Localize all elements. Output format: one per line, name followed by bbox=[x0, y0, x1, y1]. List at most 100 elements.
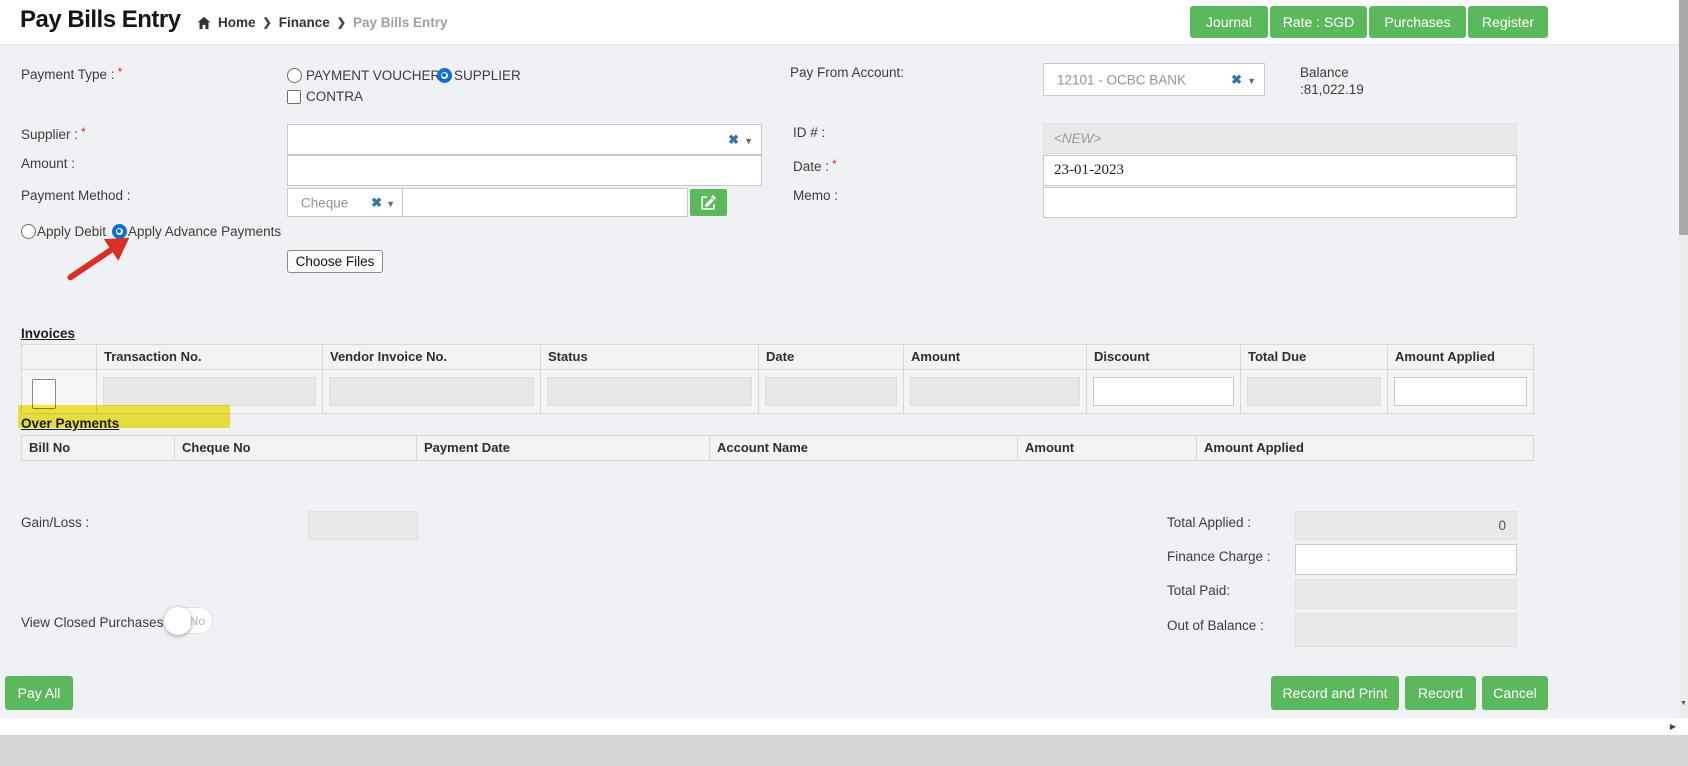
required-asterisk: * bbox=[81, 125, 86, 139]
date-input[interactable] bbox=[1043, 155, 1517, 186]
dropdown-caret-icon[interactable]: ▼ bbox=[1247, 76, 1256, 86]
finance-charge-input[interactable] bbox=[1295, 544, 1517, 575]
pay-from-account-select[interactable]: 12101 - OCBC BANK ✖ ▼ bbox=[1043, 63, 1265, 96]
transaction-no-field-disabled bbox=[103, 377, 316, 406]
pay-from-account-label: Pay From Account: bbox=[790, 65, 905, 80]
amount-label: Amount : bbox=[21, 156, 76, 171]
invoice-discount-cell bbox=[1087, 370, 1241, 413]
out-of-balance-field-disabled bbox=[1295, 613, 1517, 647]
apply-debit-label: Apply Debit bbox=[37, 224, 107, 239]
total-applied-label: Total Applied : bbox=[1167, 515, 1252, 530]
invoice-vendor-cell bbox=[323, 370, 541, 413]
clear-icon[interactable]: ✖ bbox=[1231, 72, 1242, 88]
pay-bills-entry-page: Pay Bills Entry Home ❯ Finance ❯ Pay Bil… bbox=[0, 0, 1688, 766]
vertical-scrollbar[interactable]: ▼ bbox=[1679, 0, 1688, 718]
invoices-link[interactable]: Invoices bbox=[21, 326, 75, 341]
vertical-scrollbar-thumb[interactable] bbox=[1679, 0, 1688, 235]
amount-applied-input[interactable] bbox=[1394, 377, 1527, 406]
invoice-date-cell bbox=[759, 370, 904, 413]
overpayments-col-amount: Amount bbox=[1018, 436, 1197, 460]
choose-files-button[interactable]: Choose Files bbox=[287, 250, 383, 273]
payment-voucher-label: PAYMENT VOUCHER bbox=[306, 68, 441, 83]
invoices-col-vendor-invoice-no: Vendor Invoice No. bbox=[323, 345, 541, 369]
breadcrumb: Home ❯ Finance ❯ Pay Bills Entry bbox=[197, 15, 448, 30]
dropdown-caret-icon[interactable]: ▼ bbox=[386, 199, 395, 209]
payment-method-label: Payment Method : bbox=[21, 188, 131, 203]
total-applied-field bbox=[1295, 511, 1517, 540]
invoice-amount-applied-cell bbox=[1388, 370, 1533, 413]
scroll-right-arrow-icon[interactable]: ▶ bbox=[1670, 722, 1676, 731]
supplier-radio-label: SUPPLIER bbox=[454, 68, 521, 83]
supplier-select[interactable]: ✖ ▼ bbox=[287, 124, 762, 155]
invoices-col-transaction-no: Transaction No. bbox=[97, 345, 323, 369]
finance-charge-label: Finance Charge : bbox=[1167, 549, 1271, 564]
invoices-col-amount: Amount bbox=[904, 345, 1087, 369]
view-closed-purchases-label: View Closed Purchases ? bbox=[21, 615, 175, 630]
amount-input[interactable] bbox=[287, 155, 762, 186]
vendor-invoice-no-field-disabled bbox=[329, 377, 534, 406]
payment-method-value: Cheque bbox=[301, 195, 349, 210]
invoices-col-status: Status bbox=[541, 345, 759, 369]
purchases-button[interactable]: Purchases bbox=[1369, 6, 1466, 38]
date-field-disabled bbox=[765, 377, 897, 406]
clear-icon[interactable]: ✖ bbox=[371, 195, 382, 211]
cancel-button[interactable]: Cancel bbox=[1482, 676, 1548, 710]
pay-all-button[interactable]: Pay All bbox=[5, 676, 73, 710]
supplier-radio[interactable] bbox=[437, 68, 452, 83]
payment-voucher-radio[interactable] bbox=[287, 68, 302, 83]
scroll-down-arrow-icon[interactable]: ▼ bbox=[1679, 700, 1688, 707]
invoices-table: Transaction No. Vendor Invoice No. Statu… bbox=[21, 344, 1534, 414]
supplier-label: Supplier : * bbox=[21, 125, 86, 142]
date-label: Date : * bbox=[793, 157, 837, 174]
register-button[interactable]: Register bbox=[1468, 6, 1548, 38]
id-label: ID # : bbox=[793, 125, 826, 140]
over-payments-link[interactable]: Over Payments bbox=[21, 416, 119, 431]
invoices-col-discount: Discount bbox=[1087, 345, 1241, 369]
memo-input[interactable] bbox=[1043, 187, 1517, 218]
overpayments-col-amount-applied: Amount Applied bbox=[1197, 436, 1533, 460]
bottom-band bbox=[0, 735, 1688, 766]
invoices-header-row: Transaction No. Vendor Invoice No. Statu… bbox=[22, 345, 1533, 369]
cheque-number-input[interactable] bbox=[402, 188, 688, 217]
id-input bbox=[1043, 123, 1517, 154]
gain-loss-label: Gain/Loss : bbox=[21, 515, 90, 530]
breadcrumb-finance[interactable]: Finance bbox=[279, 15, 330, 30]
memo-label: Memo : bbox=[793, 188, 839, 203]
payment-method-select[interactable]: Cheque ✖ ▼ bbox=[287, 188, 403, 217]
apply-debit-radio[interactable] bbox=[21, 224, 36, 239]
clear-icon[interactable]: ✖ bbox=[728, 132, 739, 148]
amount-field-disabled bbox=[910, 377, 1080, 406]
edit-cheque-button[interactable] bbox=[690, 189, 727, 216]
horizontal-scrollbar[interactable]: ▶ bbox=[0, 718, 1688, 735]
required-asterisk: * bbox=[832, 157, 837, 171]
total-due-field-disabled bbox=[1247, 377, 1381, 406]
overpayments-col-bill-no: Bill No bbox=[22, 436, 175, 460]
over-payments-table: Bill No Cheque No Payment Date Account N… bbox=[21, 435, 1534, 461]
journal-button[interactable]: Journal bbox=[1190, 6, 1268, 38]
contra-checkbox[interactable] bbox=[287, 90, 301, 104]
invoices-col-select bbox=[22, 345, 97, 369]
balance-label: Balance bbox=[1300, 65, 1349, 80]
apply-advance-payments-radio[interactable] bbox=[112, 224, 127, 239]
invoice-row-checkbox[interactable] bbox=[32, 379, 56, 409]
dropdown-caret-icon[interactable]: ▼ bbox=[744, 136, 753, 146]
gain-loss-field-disabled bbox=[308, 511, 418, 540]
invoice-amount-cell bbox=[904, 370, 1087, 413]
breadcrumb-home[interactable]: Home bbox=[218, 15, 256, 30]
overpayments-col-cheque-no: Cheque No bbox=[175, 436, 417, 460]
required-asterisk: * bbox=[117, 65, 123, 79]
over-payments-header-row: Bill No Cheque No Payment Date Account N… bbox=[22, 436, 1533, 460]
home-icon bbox=[197, 16, 211, 30]
red-arrow-line bbox=[66, 245, 117, 282]
toggle-knob-icon bbox=[164, 607, 192, 635]
view-closed-purchases-toggle[interactable]: No bbox=[164, 607, 213, 635]
record-button[interactable]: Record bbox=[1405, 676, 1476, 710]
breadcrumb-separator: ❯ bbox=[262, 17, 272, 29]
rate-button[interactable]: Rate : SGD bbox=[1270, 6, 1367, 38]
record-and-print-button[interactable]: Record and Print bbox=[1271, 676, 1399, 710]
out-of-balance-label: Out of Balance : bbox=[1167, 618, 1264, 633]
page-title: Pay Bills Entry bbox=[20, 6, 181, 33]
discount-input[interactable] bbox=[1093, 377, 1234, 406]
invoices-col-amount-applied: Amount Applied bbox=[1388, 345, 1533, 369]
pay-from-account-value: 12101 - OCBC BANK bbox=[1057, 72, 1187, 87]
